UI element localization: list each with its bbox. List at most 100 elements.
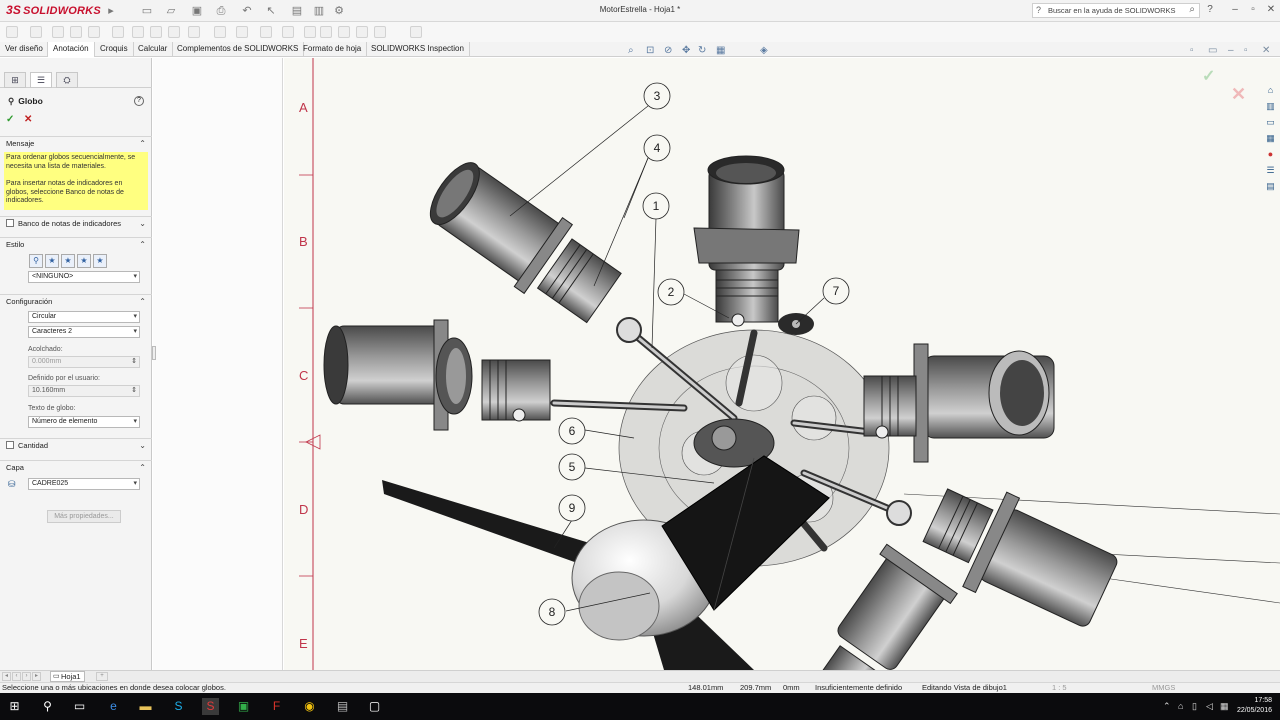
help-icon[interactable]: ? — [134, 96, 144, 106]
section-configuracion[interactable]: Configuración ⌃ — [0, 294, 152, 308]
tab-complementos[interactable]: Complementos de SOLIDWORKS — [172, 42, 305, 57]
tool-button[interactable] — [132, 26, 144, 38]
tool-button[interactable] — [338, 26, 350, 38]
view-palette-icon[interactable]: ▦ — [1264, 132, 1277, 145]
tool-button[interactable] — [52, 26, 64, 38]
first-sheet-icon[interactable]: ◂ — [2, 672, 11, 681]
file-explorer-icon[interactable]: ▬ — [137, 698, 154, 715]
custom-properties-icon[interactable]: ☰ — [1264, 164, 1277, 177]
style-select[interactable]: <NINGUNO> ▾ — [28, 271, 140, 283]
task-view-icon[interactable]: ▭ — [71, 698, 88, 715]
doc-restore-icon[interactable]: ▫ — [1244, 45, 1248, 56]
rotate-icon[interactable]: ↻ — [698, 45, 706, 56]
user-defined-input[interactable]: 10.160mm ⇕ — [28, 385, 140, 397]
pan-icon[interactable]: ✥ — [682, 45, 690, 56]
tool-button[interactable] — [410, 26, 422, 38]
restore-icon[interactable]: ▫ — [1246, 4, 1260, 15]
tab-solidworks-inspection[interactable]: SOLIDWORKS Inspection — [366, 42, 470, 57]
ok-button[interactable]: ✓ — [6, 114, 14, 125]
tool-button[interactable] — [260, 26, 272, 38]
cancel-button[interactable]: ✕ — [24, 114, 32, 125]
tool-button[interactable] — [304, 26, 316, 38]
panel-min-icon[interactable]: ▭ — [1208, 45, 1217, 56]
status-units[interactable]: MMGS — [1152, 683, 1175, 693]
tool-button[interactable] — [214, 26, 226, 38]
status-scale[interactable]: 1 : 5 — [1052, 683, 1067, 693]
tool-button[interactable] — [88, 26, 100, 38]
appearances-icon[interactable]: ● — [1264, 148, 1277, 161]
confirm-corner-ok-icon[interactable]: ✓ — [1202, 66, 1215, 86]
last-sheet-icon[interactable]: ▸ — [32, 672, 41, 681]
next-sheet-icon[interactable]: › — [22, 672, 31, 681]
drawing-sheet[interactable]: A B C D E 3 4 1 2 7 6 5 9 8 — [284, 58, 1280, 670]
section-cantidad[interactable]: Cantidad ⌄ — [0, 438, 152, 452]
close-icon[interactable]: ✕ — [1264, 4, 1278, 15]
tab-ver-diseno[interactable]: Ver diseño — [0, 42, 49, 57]
zoom-fit-icon[interactable]: ⌕ — [628, 45, 634, 56]
tool-button[interactable] — [150, 26, 162, 38]
indicator-bank-checkbox[interactable] — [6, 219, 14, 227]
search-icon[interactable]: ⚲ — [39, 698, 56, 715]
solidworks-taskbar-icon[interactable]: S — [202, 698, 219, 715]
confirm-corner-cancel-icon[interactable]: ✕ — [1231, 84, 1246, 105]
tool-button[interactable] — [282, 26, 294, 38]
tab-croquis[interactable]: Croquis — [95, 42, 134, 57]
help-search-input[interactable]: ? Buscar en la ayuda de SOLIDWORKS ⌕ — [1032, 3, 1200, 18]
edge-icon[interactable]: e — [105, 698, 122, 715]
panel-icon[interactable]: ▫ — [1190, 45, 1194, 56]
keyboard-icon[interactable]: ▦ — [1220, 701, 1229, 712]
chrome-icon[interactable]: ◉ — [301, 698, 318, 715]
tool-button[interactable] — [320, 26, 332, 38]
style-load-icon[interactable]: ★ — [93, 254, 107, 268]
tool-button[interactable] — [112, 26, 124, 38]
property-manager-tab[interactable]: ☰ — [30, 72, 52, 88]
layer-select[interactable]: CADRE025 ▾ — [28, 478, 140, 490]
tab-formato-de-hoja[interactable]: Formato de hoja — [298, 42, 368, 57]
section-mensaje[interactable]: Mensaje ⌃ — [0, 136, 152, 150]
prev-sheet-icon[interactable]: ‹ — [12, 672, 21, 681]
clock[interactable]: 17:58 22/05/2016 — [1237, 696, 1272, 716]
skype-icon[interactable]: S — [170, 698, 187, 715]
home-icon[interactable]: ⌂ — [1264, 84, 1277, 97]
panel-splitter[interactable] — [152, 346, 156, 360]
balloon-text-select[interactable]: Número de elemento ▾ — [28, 416, 140, 428]
forum-icon[interactable]: ▤ — [1264, 180, 1277, 193]
tool-button[interactable] — [374, 26, 386, 38]
tab-calcular[interactable]: Calcular — [133, 42, 174, 57]
camtasia-icon[interactable]: ▣ — [235, 698, 252, 715]
quantity-checkbox[interactable] — [6, 441, 14, 449]
zoom-area-icon[interactable]: ⊡ — [646, 45, 654, 56]
volume-icon[interactable]: ◁ — [1206, 701, 1213, 712]
add-sheet-icon[interactable]: + — [96, 672, 108, 681]
tool-button[interactable] — [188, 26, 200, 38]
hide-show-icon[interactable]: ◈ — [760, 45, 768, 56]
app-icon[interactable]: ▢ — [366, 698, 383, 715]
section-capa[interactable]: Capa ⌃ — [0, 460, 152, 474]
tool-button[interactable] — [6, 26, 18, 38]
style-default-icon[interactable]: ⚲ — [29, 254, 43, 268]
style-save-icon[interactable]: ★ — [77, 254, 91, 268]
app-icon[interactable]: ▤ — [334, 698, 351, 715]
section-indicator-bank[interactable]: Banco de notas de indicadores ⌄ — [0, 216, 152, 230]
padding-input[interactable]: 0.000mm ⇕ — [28, 356, 140, 368]
help-icon[interactable]: ? — [1203, 4, 1217, 15]
shape-select[interactable]: Circular ▾ — [28, 311, 140, 323]
tray-expand-icon[interactable]: ⌃ — [1163, 701, 1171, 712]
tool-button[interactable] — [30, 26, 42, 38]
more-properties-button[interactable]: Más propiedades... — [47, 510, 121, 523]
tray-app-icon[interactable]: ⌂ — [1178, 701, 1183, 711]
network-icon[interactable]: ▯ — [1192, 701, 1197, 712]
file-explorer-icon[interactable]: ▭ — [1264, 116, 1277, 129]
tool-button[interactable] — [356, 26, 368, 38]
doc-close-icon[interactable]: ✕ — [1262, 45, 1270, 56]
tool-button[interactable] — [168, 26, 180, 38]
tool-button[interactable] — [70, 26, 82, 38]
doc-minimize-icon[interactable]: – — [1228, 45, 1234, 56]
section-estilo[interactable]: Estilo ⌃ — [0, 237, 152, 251]
minimize-icon[interactable]: – — [1228, 4, 1242, 15]
sheet-tab-hoja1[interactable]: ▭ Hoja1 — [50, 671, 85, 682]
feature-tree-tab[interactable]: ⊞ — [4, 72, 26, 88]
search-icon[interactable]: ⌕ — [1189, 3, 1195, 16]
filezilla-icon[interactable]: F — [268, 698, 285, 715]
style-favorite-add-icon[interactable]: ★ — [45, 254, 59, 268]
